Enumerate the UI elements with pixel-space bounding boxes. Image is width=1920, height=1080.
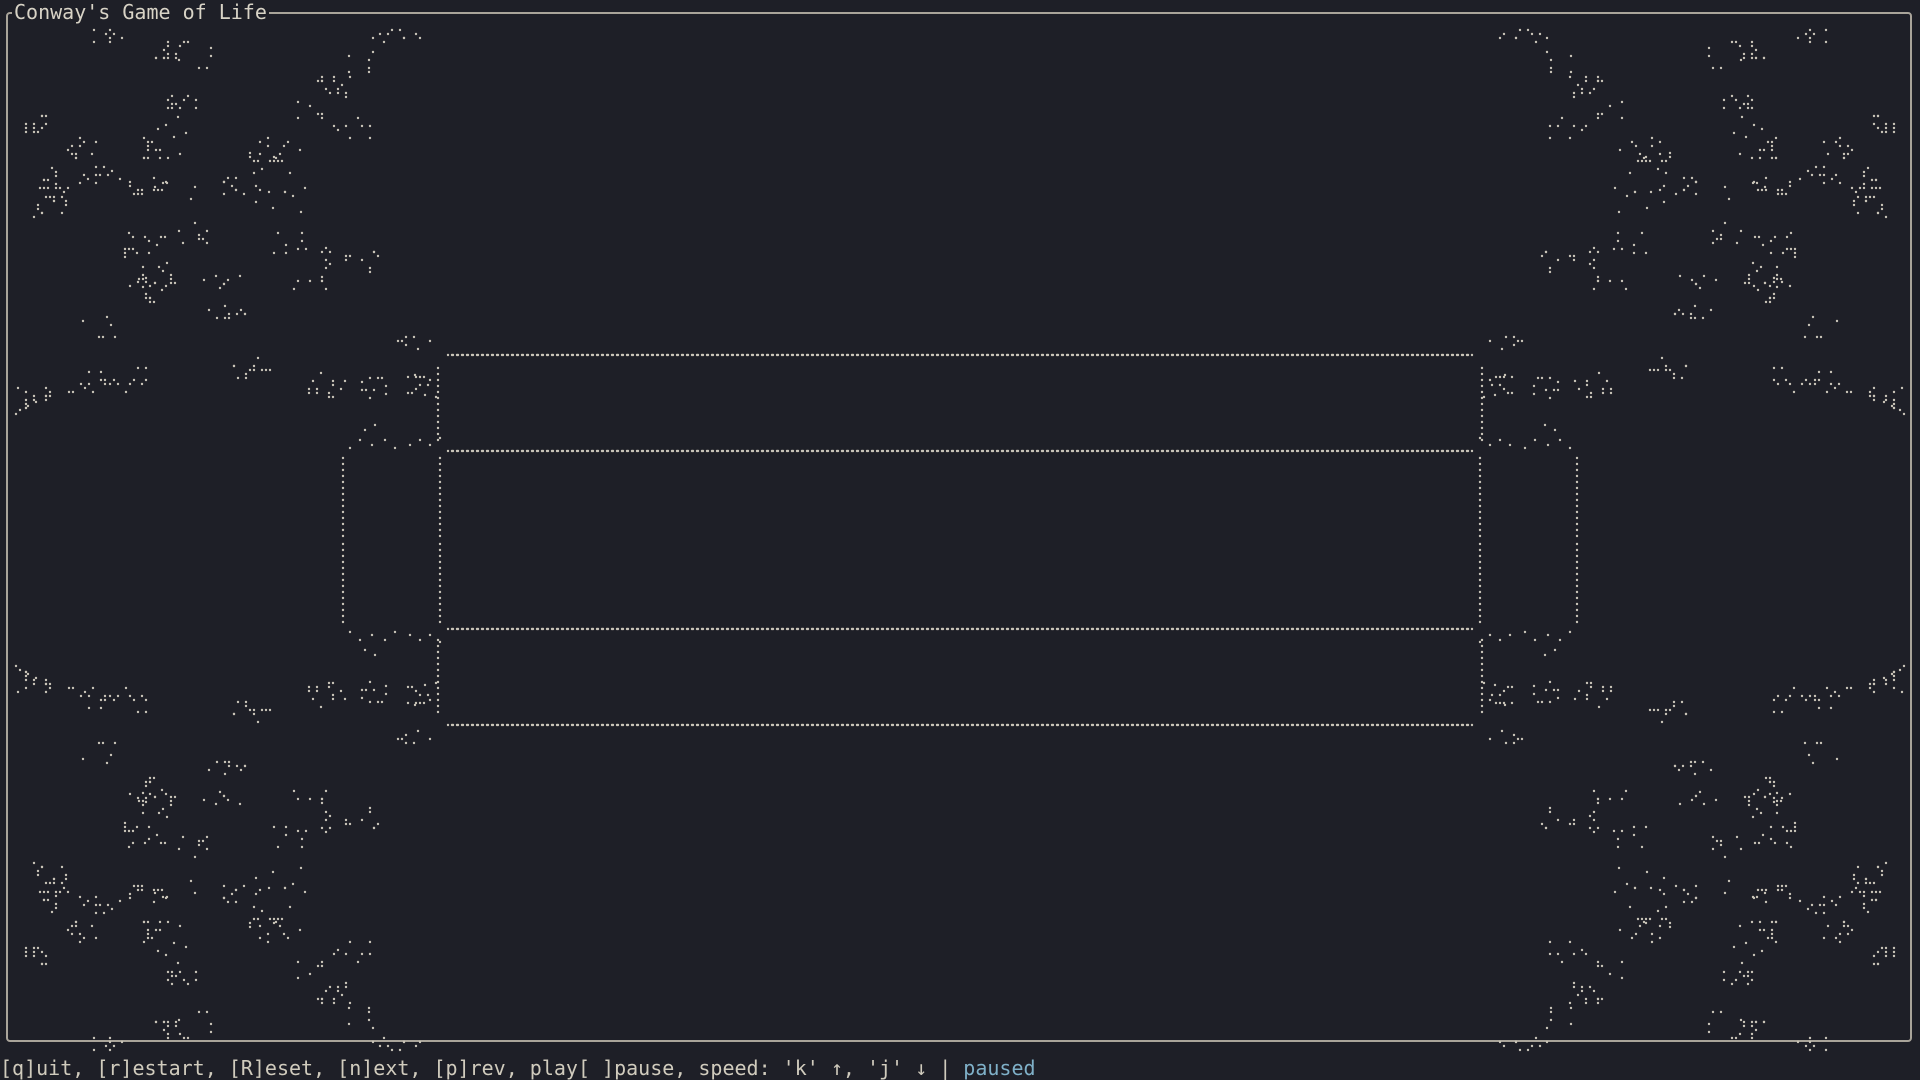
status-bar: [q]uit, [r]estart, [R]eset, [n]ext, [p]r… — [0, 1056, 1920, 1080]
play-state: paused — [963, 1056, 1036, 1080]
controls-help: [q]uit, [r]estart, [R]eset, [n]ext, [p]r… — [0, 1056, 964, 1080]
life-grid — [14, 28, 1906, 1052]
